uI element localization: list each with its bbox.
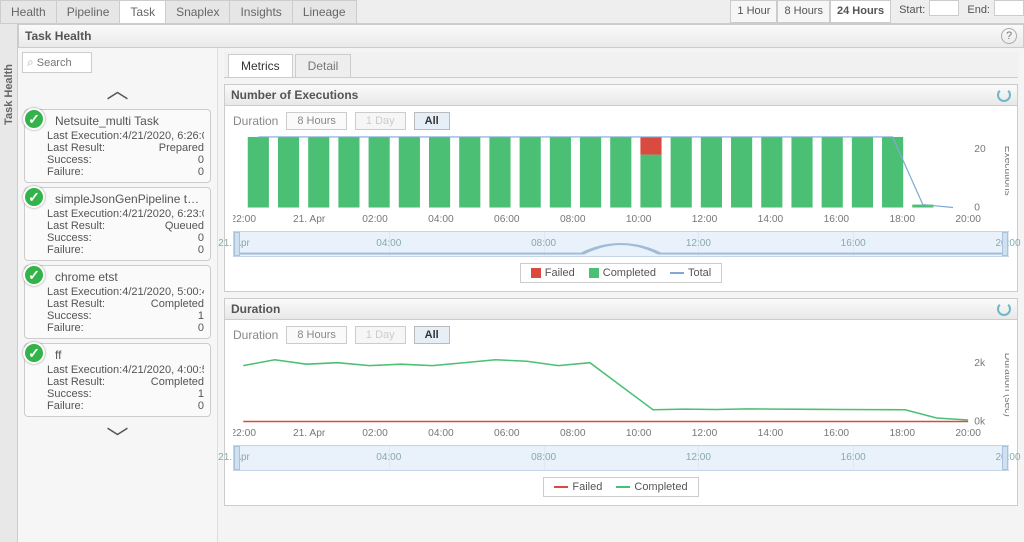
svg-text:04:00: 04:00 [428, 428, 454, 439]
status-ok-icon: ✓ [23, 264, 45, 286]
svg-text:08:00: 08:00 [560, 214, 586, 225]
executions-panel-title: Number of Executions [231, 88, 358, 102]
nav-tab-task[interactable]: Task [119, 0, 166, 23]
svg-text:18:00: 18:00 [889, 428, 915, 439]
svg-text:22:00: 22:00 [233, 428, 256, 439]
search-icon: ⌕ [27, 55, 34, 70]
top-nav: HealthPipelineTaskSnaplexInsightsLineage… [0, 0, 1024, 24]
svg-text:16:00: 16:00 [824, 214, 850, 225]
side-rail-label: Task Health [3, 64, 15, 125]
duration-button-8-hours[interactable]: 8 Hours [286, 326, 347, 344]
duration-panel-title: Duration [231, 302, 280, 316]
help-icon[interactable]: ? [1001, 28, 1017, 44]
task-card[interactable]: ✓ simpleJsonGenPipeline t… Last Executio… [24, 187, 211, 261]
svg-text:14:00: 14:00 [758, 428, 784, 439]
svg-text:20: 20 [974, 144, 986, 155]
search-box[interactable]: ⌕ [22, 52, 92, 73]
duration-panel: Duration Duration 8 Hours 1 Day All 22:00 21… [224, 298, 1018, 506]
duration-range-slider[interactable]: 21. Apr04:0008:0012:0016:0020:00 [233, 445, 1009, 471]
refresh-icon[interactable] [997, 88, 1011, 102]
duration-label: Duration [233, 328, 278, 342]
svg-text:06:00: 06:00 [494, 428, 520, 439]
side-rail[interactable]: Task Health [0, 24, 18, 542]
svg-text:20:00: 20:00 [955, 214, 981, 225]
legend-item: Completed [589, 267, 656, 279]
time-button-1-hour[interactable]: 1 Hour [730, 0, 777, 23]
legend-item: Total [670, 267, 711, 279]
svg-text:2k: 2k [974, 358, 986, 369]
legend-item: Failed [531, 267, 575, 279]
svg-text:12:00: 12:00 [692, 428, 718, 439]
end-input[interactable] [994, 0, 1024, 16]
svg-text:04:00: 04:00 [428, 214, 454, 225]
start-label: Start: [891, 0, 929, 23]
svg-text:14:00: 14:00 [758, 214, 784, 225]
executions-legend: Failed Completed Total [520, 263, 722, 283]
task-card[interactable]: ✓ ff Last Execution:4/21/2020, 4:00:5… L… [24, 343, 211, 417]
right-pane: MetricsDetail Number of Executions Durat… [218, 48, 1024, 542]
subtabs: MetricsDetail [224, 52, 1018, 78]
task-list-pane: ⌕ ︿ ✓ Netsuite_multi Task Last Execution… [18, 48, 218, 542]
duration-button-8-hours[interactable]: 8 Hours [286, 112, 347, 130]
svg-text:10:00: 10:00 [626, 214, 652, 225]
status-ok-icon: ✓ [23, 186, 45, 208]
duration-button-1-day: 1 Day [355, 112, 406, 130]
executions-range-slider[interactable]: 21. Apr04:0008:0012:0016:0020:00 [233, 231, 1009, 257]
svg-text:06:00: 06:00 [494, 214, 520, 225]
duration-button-1-day: 1 Day [355, 326, 406, 344]
svg-text:22:00: 22:00 [233, 214, 256, 225]
section-title: Task Health [25, 29, 91, 43]
time-button-8-hours[interactable]: 8 Hours [777, 0, 830, 23]
svg-text:12:00: 12:00 [692, 214, 718, 225]
svg-text:0k: 0k [974, 416, 986, 427]
svg-text:16:00: 16:00 [824, 428, 850, 439]
nav-tab-health[interactable]: Health [0, 0, 57, 23]
duration-chart[interactable]: 22:00 21. Apr 02:00 04:00 06:00 08:00 10:00 12:… [233, 348, 1009, 440]
svg-text:20:00: 20:00 [955, 428, 981, 439]
task-name: chrome etst [47, 270, 204, 284]
svg-text:Executions: Executions [1002, 146, 1009, 196]
executions-panel: Number of Executions Duration 8 Hours 1 Da… [224, 84, 1018, 292]
scroll-up-button[interactable]: ︿ [22, 73, 213, 105]
subtab-detail[interactable]: Detail [295, 54, 352, 77]
duration-button-all[interactable]: All [414, 326, 450, 344]
status-ok-icon: ✓ [23, 342, 45, 364]
duration-legend: Failed Completed [543, 477, 698, 497]
svg-text:18:00: 18:00 [889, 214, 915, 225]
legend-item: Completed [616, 481, 687, 493]
nav-tab-lineage[interactable]: Lineage [292, 0, 357, 23]
svg-text:21. Apr: 21. Apr [293, 214, 326, 225]
svg-text:21. Apr: 21. Apr [293, 428, 326, 439]
task-name: simpleJsonGenPipeline t… [47, 192, 204, 206]
subtab-metrics[interactable]: Metrics [228, 54, 293, 77]
status-ok-icon: ✓ [23, 108, 45, 130]
start-input[interactable] [929, 0, 959, 16]
svg-text:0: 0 [974, 203, 980, 214]
svg-text:02:00: 02:00 [362, 214, 388, 225]
time-button-24-hours[interactable]: 24 Hours [830, 0, 891, 23]
nav-tab-pipeline[interactable]: Pipeline [56, 0, 121, 23]
duration-button-all[interactable]: All [414, 112, 450, 130]
section-header: Task Health ? [18, 24, 1024, 48]
search-input[interactable] [37, 57, 82, 69]
task-card[interactable]: ✓ Netsuite_multi Task Last Execution:4/2… [24, 109, 211, 183]
nav-tab-snaplex[interactable]: Snaplex [165, 0, 230, 23]
nav-tab-insights[interactable]: Insights [229, 0, 292, 23]
svg-text:10:00: 10:00 [626, 428, 652, 439]
svg-text:Duration (sec): Duration (sec) [1002, 353, 1009, 417]
executions-chart[interactable]: 22:00 21. Apr 02:00 04:00 06:00 08:00 10:00 12:… [233, 134, 1009, 226]
end-label: End: [959, 0, 994, 23]
task-card[interactable]: ✓ chrome etst Last Execution:4/21/2020, … [24, 265, 211, 339]
scroll-down-button[interactable]: ﹀ [22, 421, 213, 453]
task-name: Netsuite_multi Task [47, 114, 204, 128]
svg-text:02:00: 02:00 [362, 428, 388, 439]
svg-text:08:00: 08:00 [560, 428, 586, 439]
refresh-icon[interactable] [997, 302, 1011, 316]
task-name: ff [47, 348, 204, 362]
duration-label: Duration [233, 114, 278, 128]
legend-item: Failed [554, 481, 602, 493]
